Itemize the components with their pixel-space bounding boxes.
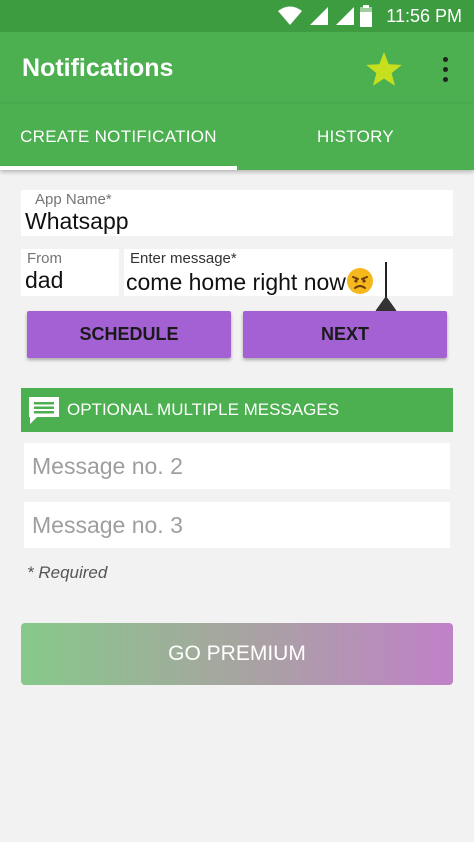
from-label: From: [27, 250, 62, 267]
message-2-input[interactable]: [24, 443, 450, 489]
app-name-label: App Name*: [35, 191, 112, 208]
star-icon[interactable]: [364, 50, 404, 88]
app-bar: Notifications: [0, 32, 474, 104]
chat-icon: [27, 394, 61, 426]
tab-create-notification[interactable]: CREATE NOTIFICATION: [0, 104, 237, 170]
app-name-field[interactable]: App Name* Whatsapp: [21, 190, 453, 236]
message-value-wrap: come home right now: [126, 267, 374, 296]
from-value: dad: [25, 267, 64, 293]
required-note: * Required: [27, 563, 108, 582]
tab-bar: CREATE NOTIFICATION HISTORY: [0, 104, 474, 170]
wifi-icon: [278, 6, 303, 26]
tab-history[interactable]: HISTORY: [237, 104, 474, 170]
go-premium-button[interactable]: GO PREMIUM: [21, 623, 453, 685]
status-icons: 11:56 PM: [278, 0, 462, 32]
message-3-input[interactable]: [24, 502, 450, 548]
signal-icon-2: [334, 6, 355, 26]
more-options-icon[interactable]: [432, 52, 458, 86]
optional-messages-title: OPTIONAL MULTIPLE MESSAGES: [67, 400, 340, 419]
active-tab-indicator: [0, 166, 237, 170]
message-field[interactable]: Enter message* come home right now: [124, 249, 453, 296]
status-time: 11:56 PM: [386, 5, 462, 26]
message-value: come home right now: [126, 269, 346, 295]
from-field[interactable]: From dad: [21, 249, 119, 296]
battery-icon: [360, 5, 373, 27]
next-button[interactable]: NEXT: [243, 311, 447, 358]
angry-face-icon: [346, 267, 374, 295]
schedule-button[interactable]: SCHEDULE: [27, 311, 231, 358]
app-name-value: Whatsapp: [25, 208, 129, 234]
app-title: Notifications: [22, 54, 174, 82]
optional-messages-header: OPTIONAL MULTIPLE MESSAGES: [21, 388, 453, 432]
message-label: Enter message*: [130, 250, 237, 267]
signal-icon: [308, 6, 329, 26]
status-bar: 11:56 PM: [0, 0, 474, 32]
